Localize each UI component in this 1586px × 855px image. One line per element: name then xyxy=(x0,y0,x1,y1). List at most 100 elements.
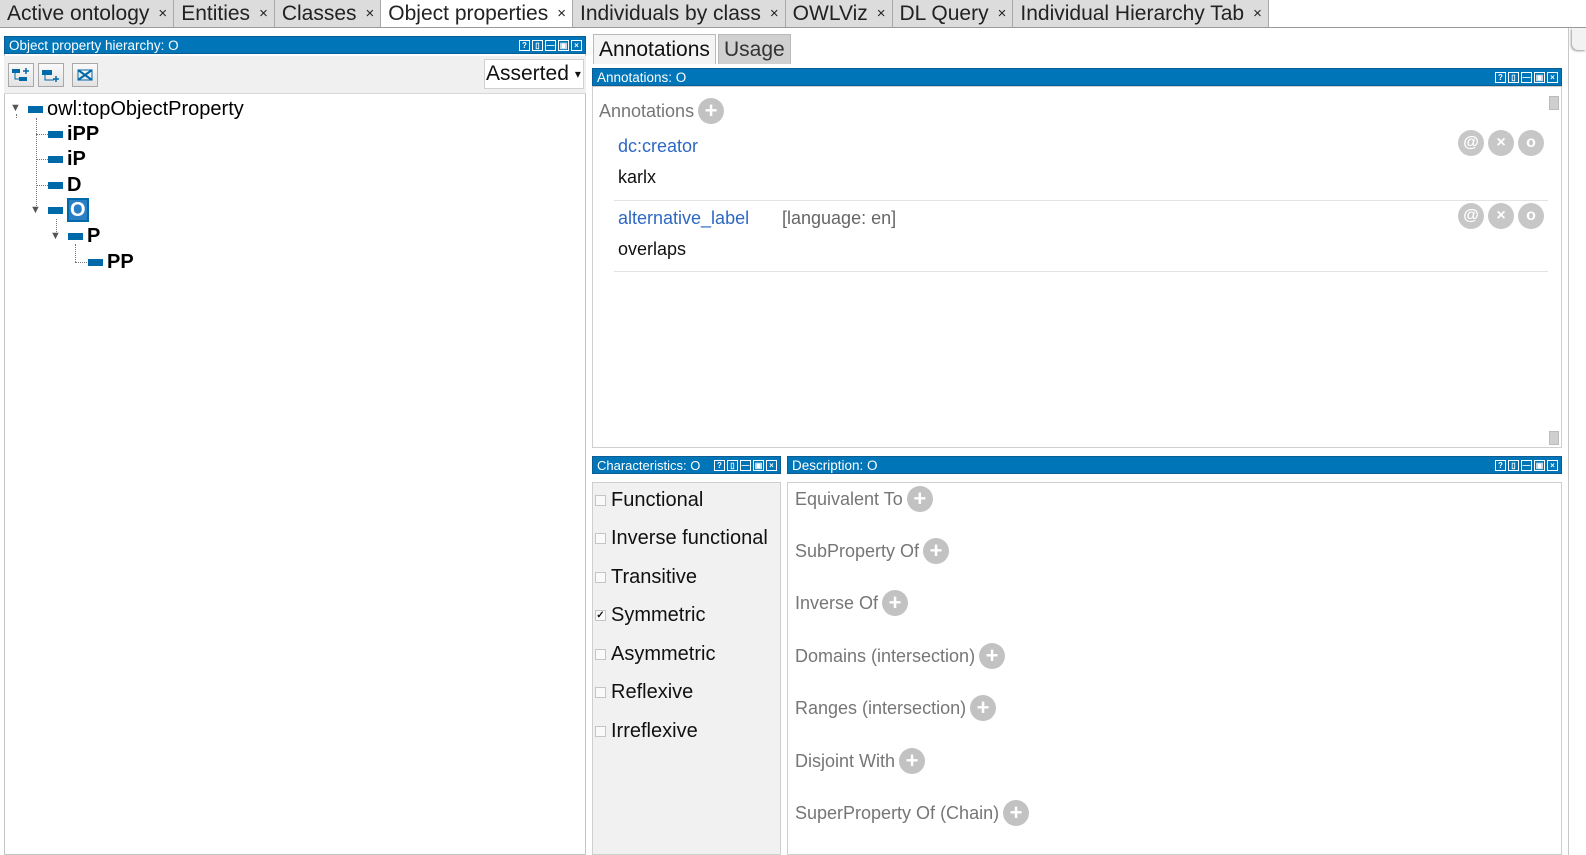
add-icon[interactable]: + xyxy=(899,748,926,774)
add-icon[interactable]: + xyxy=(906,486,933,512)
at-icon[interactable]: @ xyxy=(1458,130,1484,156)
tree-node-p[interactable]: P xyxy=(68,224,100,248)
add-sibling-button[interactable] xyxy=(38,63,64,87)
tree-node-o-selected[interactable]: O xyxy=(48,198,89,222)
add-icon[interactable]: + xyxy=(1003,800,1030,826)
delete-property-button[interactable] xyxy=(72,63,98,87)
characteristic-symmetric[interactable]: ✓ Symmetric xyxy=(595,602,705,628)
section-superproperty-chain: SuperProperty Of (Chain) + xyxy=(795,800,1030,826)
maximize-icon[interactable]: ▣ xyxy=(1534,459,1545,471)
minimize-icon[interactable]: — xyxy=(1521,71,1532,83)
add-subproperty-button[interactable] xyxy=(8,63,34,87)
tab-individual-hierarchy[interactable]: Individual Hierarchy Tab × xyxy=(1013,0,1269,27)
panel-title: Annotations: O xyxy=(597,69,687,85)
checkbox-checked[interactable]: ✓ xyxy=(595,609,606,621)
asserted-dropdown[interactable]: Asserted ▾ xyxy=(484,59,584,89)
checkbox[interactable] xyxy=(595,725,606,737)
checkbox[interactable] xyxy=(595,571,606,583)
checkbox[interactable] xyxy=(595,686,606,698)
tab-object-properties[interactable]: Object properties × xyxy=(381,0,573,27)
checkbox[interactable] xyxy=(595,494,606,506)
expand-triangle-icon[interactable]: ▼ xyxy=(50,230,61,242)
characteristic-asymmetric[interactable]: Asymmetric xyxy=(595,641,715,667)
add-icon[interactable]: + xyxy=(979,643,1006,669)
edit-icon[interactable]: o xyxy=(1518,130,1544,156)
tree-node-ipp[interactable]: iPP xyxy=(48,122,99,146)
close-icon[interactable]: × xyxy=(158,5,167,22)
characteristic-irreflexive[interactable]: Irreflexive xyxy=(595,718,698,744)
tab-label: OWLViz xyxy=(792,1,868,25)
section-equivalent-to: Equivalent To + xyxy=(795,486,933,512)
tab-classes[interactable]: Classes × xyxy=(274,0,382,27)
characteristic-inverse-functional[interactable]: Inverse functional xyxy=(595,525,768,551)
main-tab-bar: Active ontology × Entities × Classes × Obje… xyxy=(0,0,1586,28)
tree-node-ip[interactable]: iP xyxy=(48,147,86,171)
maximize-icon[interactable]: ▣ xyxy=(753,459,764,471)
checkbox[interactable] xyxy=(595,532,606,544)
add-icon[interactable]: + xyxy=(970,695,997,721)
split-icon[interactable]: ▯ xyxy=(1508,459,1519,471)
section-inverse-of: Inverse Of + xyxy=(795,590,909,616)
subtab-usage[interactable]: Usage xyxy=(718,34,791,64)
scrollbar-top[interactable] xyxy=(1549,96,1559,110)
delete-icon[interactable]: × xyxy=(1488,203,1514,229)
add-icon[interactable]: + xyxy=(882,590,909,616)
checkbox[interactable] xyxy=(595,648,606,660)
close-icon[interactable]: × xyxy=(877,5,886,22)
split-icon[interactable]: ▯ xyxy=(532,39,543,51)
annotations-titlebar: Annotations: O ? ▯ — ▣ × xyxy=(592,68,1562,86)
characteristic-transitive[interactable]: Transitive xyxy=(595,564,697,590)
close-icon[interactable]: × xyxy=(557,5,566,22)
section-label: SuperProperty Of (Chain) xyxy=(795,802,1000,823)
characteristic-functional[interactable]: Functional xyxy=(595,487,703,513)
close-icon[interactable]: × xyxy=(770,5,779,22)
expand-triangle-icon[interactable]: ▼ xyxy=(30,204,41,216)
close-icon[interactable]: × xyxy=(998,5,1007,22)
section-disjoint-with: Disjoint With + xyxy=(795,748,926,774)
split-icon[interactable]: ▯ xyxy=(727,459,738,471)
section-domains: Domains (intersection) + xyxy=(795,643,1006,669)
minimize-icon[interactable]: — xyxy=(545,39,556,51)
tree-node-top[interactable]: owl:topObjectProperty xyxy=(28,97,244,121)
close-icon[interactable]: × xyxy=(1547,459,1558,471)
tab-entities[interactable]: Entities × xyxy=(174,0,275,27)
minimize-icon[interactable]: — xyxy=(740,459,751,471)
help-icon[interactable]: ? xyxy=(519,39,530,51)
tab-dl-query[interactable]: DL Query × xyxy=(892,0,1014,27)
tab-active-ontology[interactable]: Active ontology × xyxy=(0,0,175,27)
maximize-icon[interactable]: ▣ xyxy=(558,39,569,51)
expand-triangle-icon[interactable]: ▼ xyxy=(10,102,21,114)
characteristics-titlebar: Characteristics: O ? ▯ — ▣ × xyxy=(592,456,781,474)
delete-icon[interactable]: × xyxy=(1488,130,1514,156)
minimize-icon[interactable]: — xyxy=(1521,459,1532,471)
annotation-property[interactable]: dc:creator xyxy=(618,136,698,157)
close-icon[interactable]: × xyxy=(259,5,268,22)
scrollbar-bottom[interactable] xyxy=(1549,431,1559,445)
property-icon xyxy=(48,130,63,138)
at-icon[interactable]: @ xyxy=(1458,203,1484,229)
help-icon[interactable]: ? xyxy=(714,459,725,471)
close-icon[interactable]: × xyxy=(1547,71,1558,83)
annotation-language: [language: en] xyxy=(782,208,897,228)
tab-owlviz[interactable]: OWLViz × xyxy=(785,0,893,27)
close-icon[interactable]: × xyxy=(1253,5,1262,22)
close-icon[interactable]: × xyxy=(571,39,582,51)
add-icon[interactable]: + xyxy=(923,538,950,564)
section-subproperty-of: SubProperty Of + xyxy=(795,538,950,564)
characteristic-reflexive[interactable]: Reflexive xyxy=(595,679,693,705)
add-annotation-icon[interactable]: + xyxy=(698,98,725,124)
close-icon[interactable]: × xyxy=(766,459,777,471)
maximize-icon[interactable]: ▣ xyxy=(1534,71,1545,83)
tree-node-d[interactable]: D xyxy=(48,173,81,197)
help-icon[interactable]: ? xyxy=(1495,459,1506,471)
tree-node-pp[interactable]: PP xyxy=(88,250,134,274)
annotation-property[interactable]: alternative_label xyxy=(618,208,749,229)
split-icon[interactable]: ▯ xyxy=(1508,71,1519,83)
annotations-body xyxy=(592,86,1562,448)
subtab-annotations[interactable]: Annotations xyxy=(593,34,716,64)
tab-individuals-by-class[interactable]: Individuals by class × xyxy=(572,0,786,27)
help-icon[interactable]: ? xyxy=(1495,71,1506,83)
tree-node-label: iPP xyxy=(67,122,100,145)
edit-icon[interactable]: o xyxy=(1518,203,1544,229)
close-icon[interactable]: × xyxy=(366,5,375,22)
